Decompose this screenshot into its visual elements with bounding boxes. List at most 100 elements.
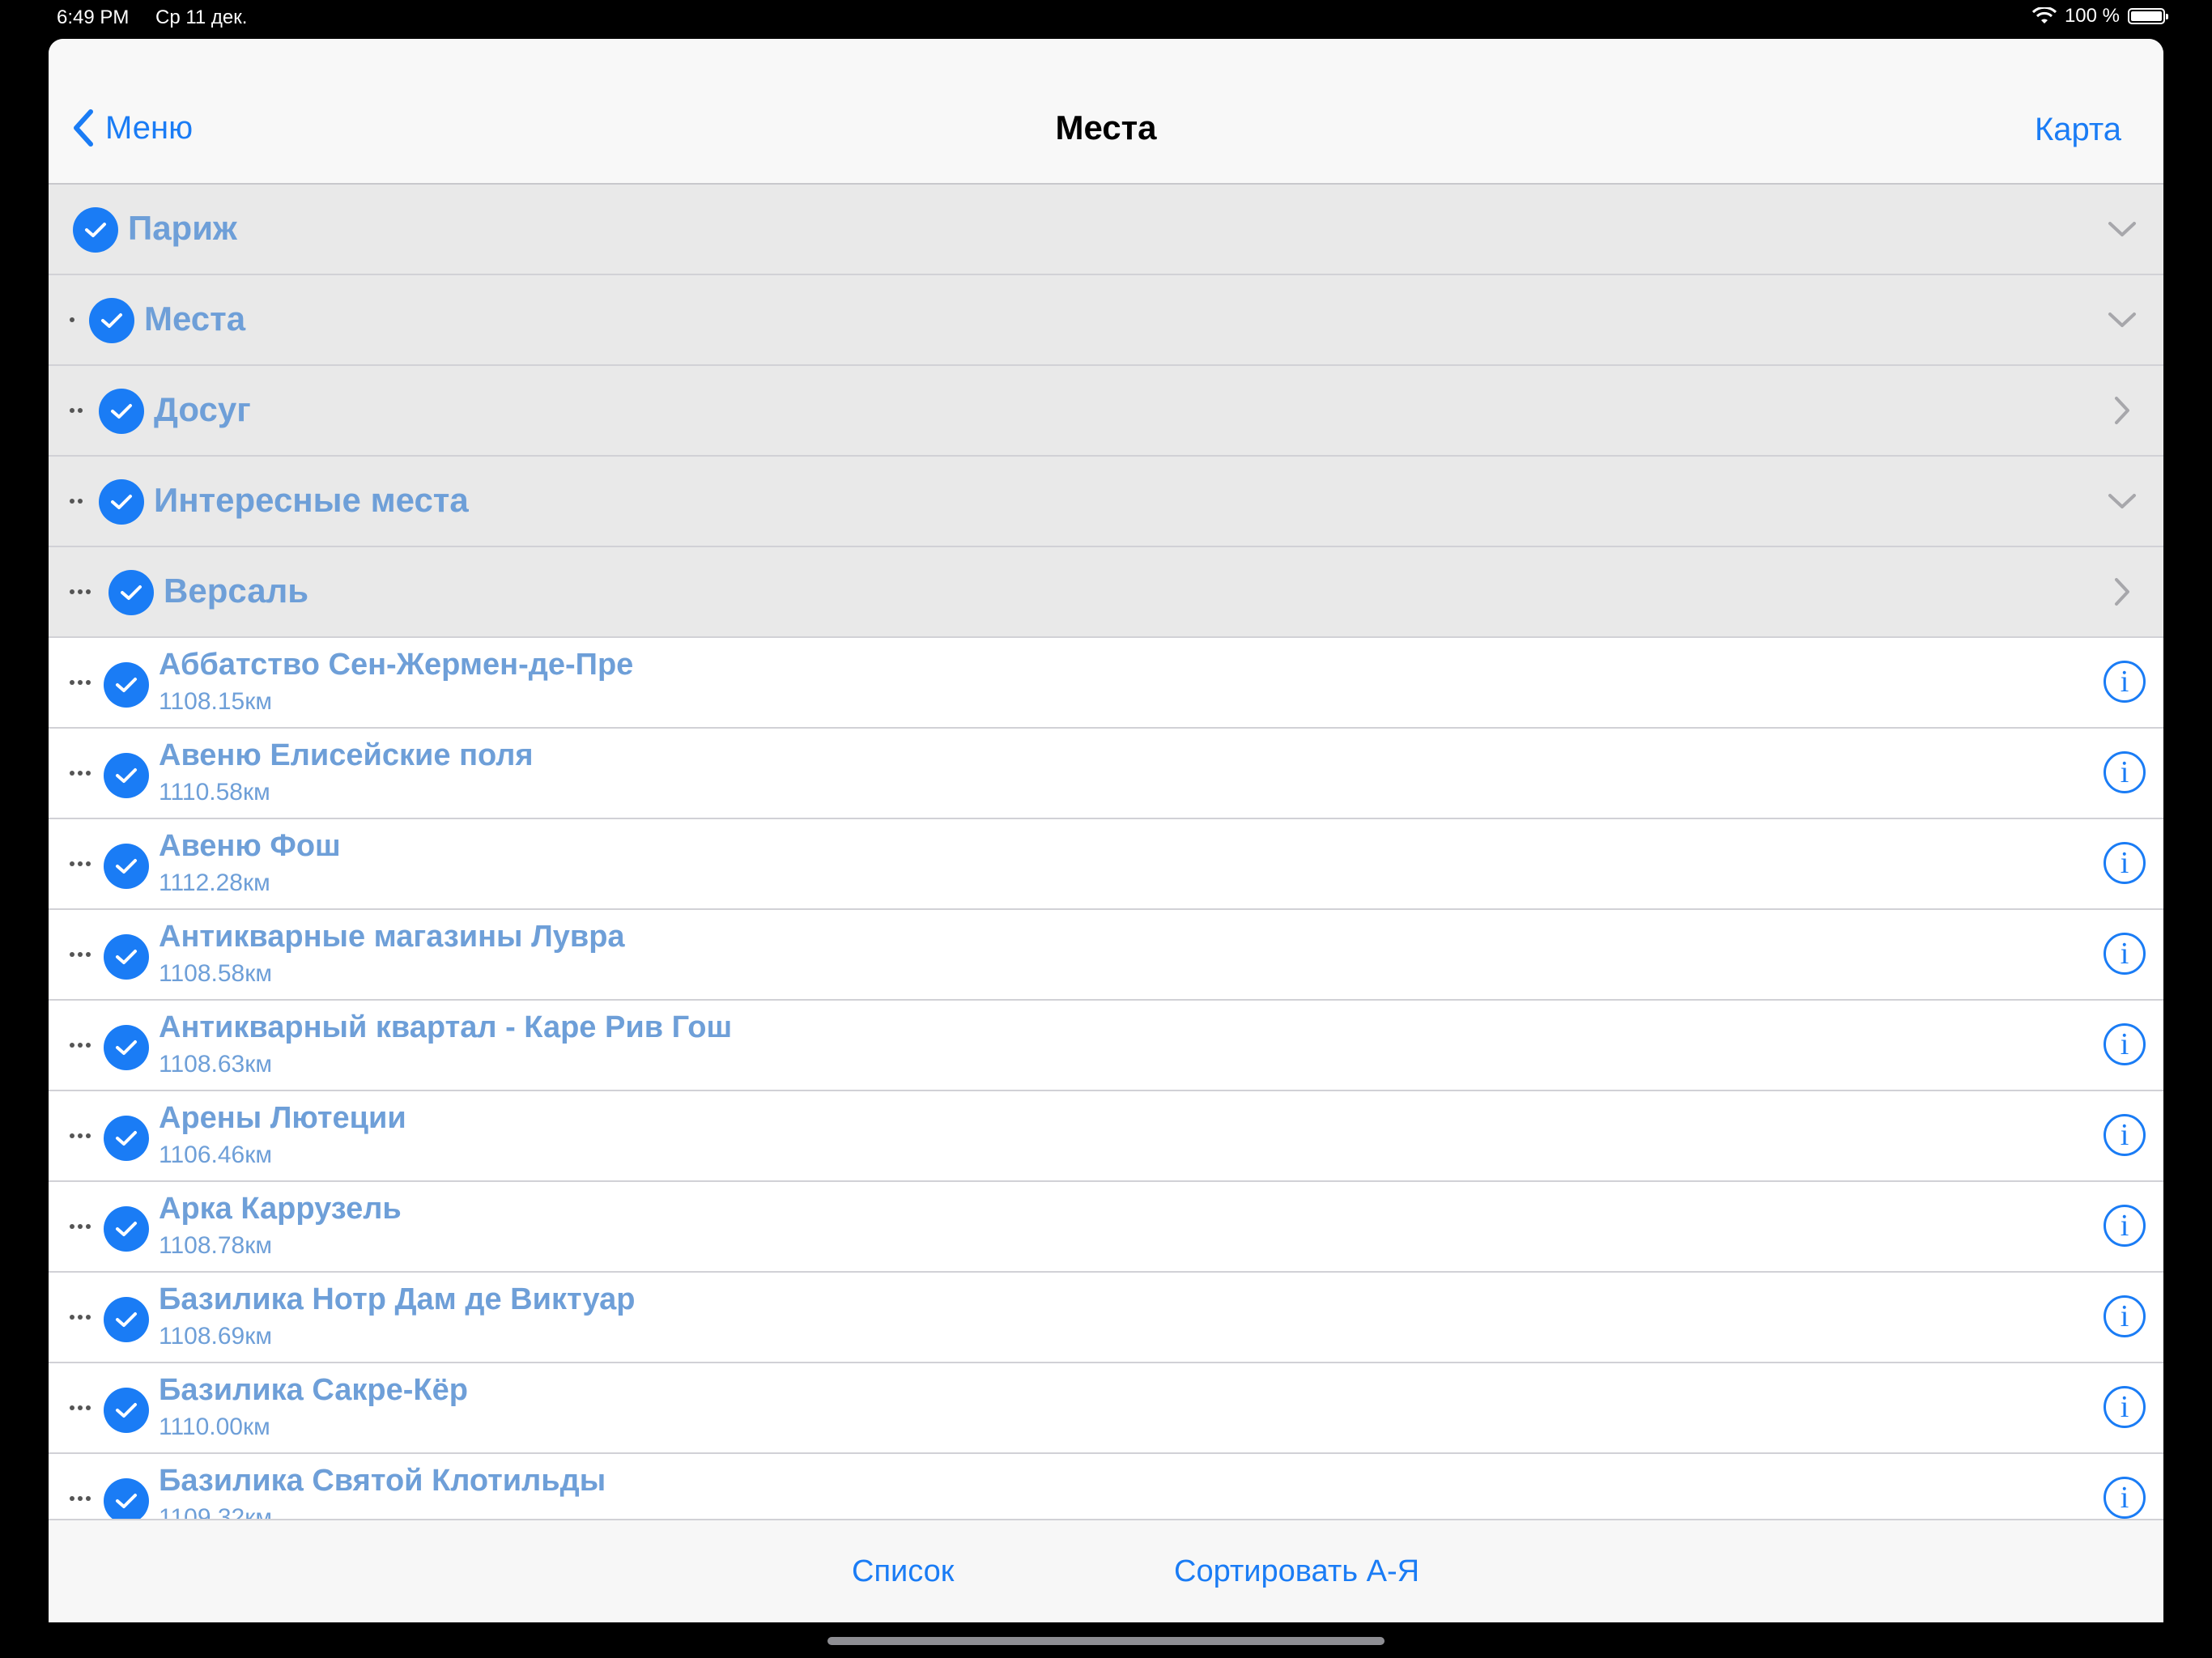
check-toggle[interactable] (108, 570, 154, 615)
checkmark-icon (116, 859, 137, 874)
place-distance: 1112.28км (159, 869, 270, 896)
depth-dots (70, 1363, 91, 1452)
place-title: Аббатство Сен-Жермен-де-Пре (159, 648, 634, 682)
places-sheet: Меню Места Карта Париж Места Досуг Интересн… (49, 39, 2163, 1622)
sort-az-button[interactable]: Сортировать А-Я (1174, 1554, 1419, 1589)
checkmark-icon (116, 1040, 137, 1055)
wifi-icon (2031, 7, 2057, 23)
place-row[interactable]: Арка Каррузель 1108.78км i (49, 1182, 2163, 1273)
chevron-right-icon (2115, 397, 2129, 424)
places-list[interactable]: Париж Места Досуг Интересные места Версаль Аб… (49, 185, 2163, 1556)
check-toggle[interactable] (104, 662, 149, 708)
check-toggle[interactable] (104, 1206, 149, 1252)
place-distance: 1108.63км (159, 1051, 272, 1078)
info-icon: i (2120, 755, 2129, 789)
chevron-down-icon (2108, 222, 2136, 236)
info-button[interactable]: i (2104, 1386, 2146, 1428)
check-toggle[interactable] (104, 753, 149, 798)
place-title: Арка Каррузель (159, 1192, 402, 1226)
info-button[interactable]: i (2104, 1205, 2146, 1247)
info-icon: i (2120, 1390, 2129, 1424)
checkmark-icon (116, 1312, 137, 1327)
map-button[interactable]: Карта (2035, 112, 2121, 148)
depth-dots (70, 1182, 91, 1271)
home-indicator (827, 1637, 1385, 1645)
depth-dots (70, 547, 91, 636)
info-icon: i (2120, 1027, 2129, 1061)
group-label: Места (144, 300, 246, 338)
place-row[interactable]: Базилика Сакре-Кёр 1110.00км i (49, 1363, 2163, 1454)
place-title: Арены Лютеции (159, 1101, 406, 1135)
group-label: Версаль (164, 572, 309, 610)
group-label: Интересные места (154, 481, 469, 519)
place-row[interactable]: Авеню Фош 1112.28км i (49, 819, 2163, 910)
place-row[interactable]: Антикварные магазины Лувра 1108.58км i (49, 910, 2163, 1001)
info-icon: i (2120, 1481, 2129, 1515)
check-toggle[interactable] (73, 207, 118, 253)
group-row[interactable]: Места (49, 275, 2163, 366)
group-disclosure[interactable] (2105, 484, 2139, 522)
group-row[interactable]: Париж (49, 185, 2163, 275)
check-toggle[interactable] (104, 1297, 149, 1342)
depth-dots (70, 275, 74, 364)
check-toggle[interactable] (104, 1025, 149, 1070)
place-distance: 1110.58км (159, 779, 270, 806)
group-disclosure[interactable] (2105, 303, 2139, 341)
group-disclosure[interactable] (2105, 575, 2139, 613)
check-toggle[interactable] (104, 1388, 149, 1433)
depth-dots (70, 1273, 91, 1362)
info-icon: i (2120, 1299, 2129, 1333)
chevron-down-icon (2108, 312, 2136, 327)
checkmark-icon (116, 1403, 137, 1418)
checkmark-icon (116, 950, 137, 964)
place-row[interactable]: Авеню Елисейские поля 1110.58км i (49, 729, 2163, 819)
chevron-down-icon (2108, 494, 2136, 508)
checkmark-icon (111, 404, 132, 419)
info-button[interactable]: i (2104, 661, 2146, 703)
place-title: Авеню Фош (159, 829, 341, 863)
list-button[interactable]: Список (852, 1554, 954, 1589)
info-icon: i (2120, 1209, 2129, 1243)
info-icon: i (2120, 846, 2129, 880)
info-button[interactable]: i (2104, 933, 2146, 975)
info-button[interactable]: i (2104, 1023, 2146, 1065)
info-button[interactable]: i (2104, 1295, 2146, 1337)
place-title: Базилика Сакре-Кёр (159, 1373, 468, 1407)
place-distance: 1108.15км (159, 688, 272, 715)
place-row[interactable]: Арены Лютеции 1106.46км i (49, 1091, 2163, 1182)
checkmark-icon (85, 223, 106, 237)
group-disclosure[interactable] (2105, 393, 2139, 432)
info-button[interactable]: i (2104, 751, 2146, 793)
info-button[interactable]: i (2104, 842, 2146, 884)
checkmark-icon (116, 678, 137, 692)
place-title: Авеню Елисейские поля (159, 738, 534, 772)
place-distance: 1108.78км (159, 1232, 272, 1259)
battery-percent: 100 % (2064, 5, 2120, 27)
checkmark-icon (116, 1494, 137, 1508)
check-toggle[interactable] (99, 389, 144, 434)
status-date: Ср 11 дек. (155, 6, 248, 28)
depth-dots (70, 638, 91, 727)
place-row[interactable]: Антикварный квартал - Каре Рив Гош 1108.6… (49, 1001, 2163, 1091)
place-distance: 1110.00км (159, 1414, 270, 1440)
group-disclosure[interactable] (2105, 212, 2139, 250)
place-row[interactable]: Базилика Нотр Дам де Виктуар 1108.69км i (49, 1273, 2163, 1363)
depth-dots (70, 457, 83, 546)
check-toggle[interactable] (104, 1478, 149, 1524)
status-bar: 6:49 PM Ср 11 дек. 100 % (0, 0, 2212, 36)
info-icon: i (2120, 665, 2129, 699)
check-toggle[interactable] (104, 934, 149, 980)
depth-dots (70, 910, 91, 999)
group-row[interactable]: Интересные места (49, 457, 2163, 547)
info-button[interactable]: i (2104, 1114, 2146, 1156)
chevron-right-icon (2115, 578, 2129, 606)
place-row[interactable]: Аббатство Сен-Жермен-де-Пре 1108.15км i (49, 638, 2163, 729)
group-row[interactable]: Досуг (49, 366, 2163, 457)
check-toggle[interactable] (104, 844, 149, 889)
check-toggle[interactable] (89, 298, 134, 343)
group-row[interactable]: Версаль (49, 547, 2163, 638)
check-toggle[interactable] (99, 479, 144, 525)
info-button[interactable]: i (2104, 1477, 2146, 1519)
depth-dots (70, 366, 83, 455)
check-toggle[interactable] (104, 1116, 149, 1161)
